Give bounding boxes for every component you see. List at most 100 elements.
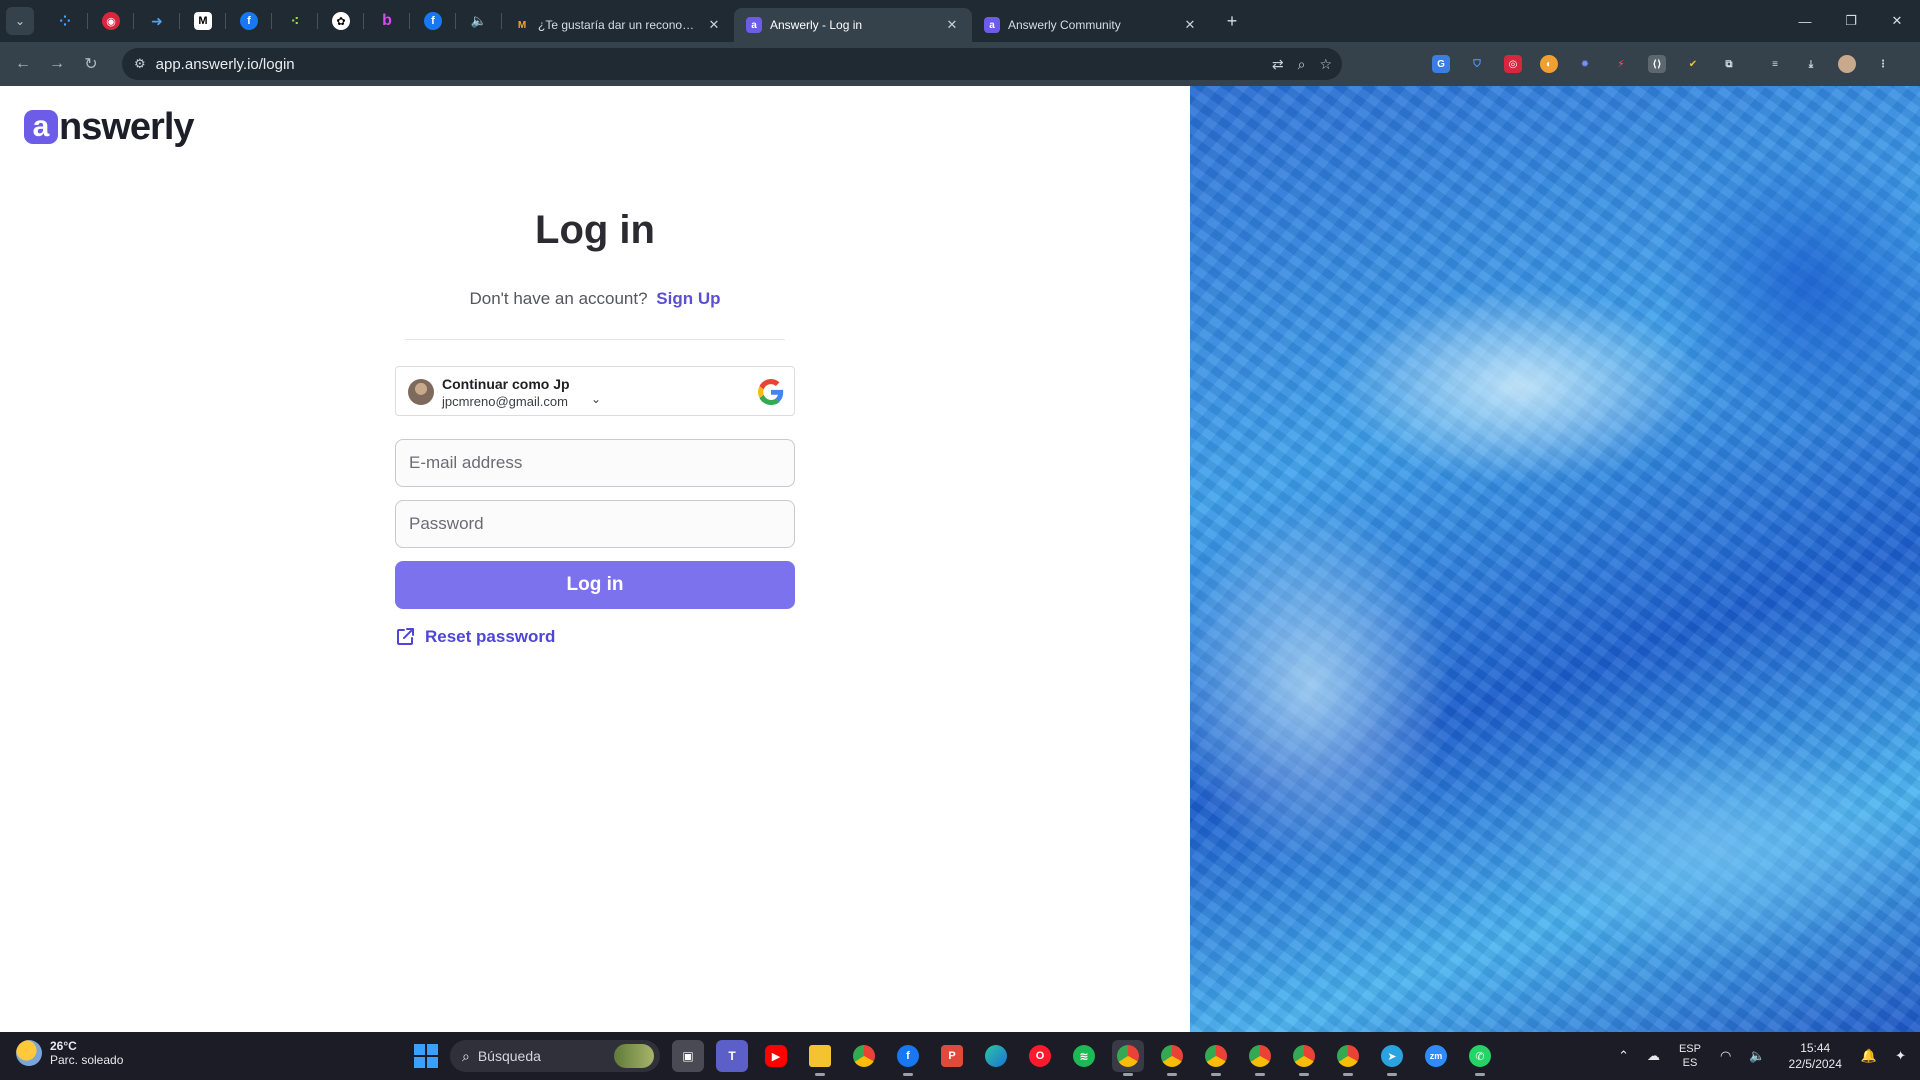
wifi-icon[interactable]: ◠ [1720, 1048, 1731, 1064]
chrome-profile-6-icon[interactable] [1332, 1040, 1364, 1076]
chrome-profile-2-icon[interactable] [1156, 1040, 1188, 1076]
bookmark-star-icon[interactable]: ☆ [1319, 56, 1332, 73]
check-extension-icon[interactable]: ✔ [1684, 55, 1702, 73]
email-field[interactable] [395, 439, 795, 487]
password-field[interactable] [395, 500, 795, 548]
clock[interactable]: 15:44 22/5/2024 [1789, 1040, 1842, 1072]
login-page: a nswerly Log in Don't have an account? … [0, 86, 1190, 1032]
address-bar[interactable]: ⚙ app.answerly.io/login ⇄ ⌕ ☆ [122, 48, 1342, 80]
facebook-app-icon[interactable]: f [892, 1040, 924, 1076]
weather-widget[interactable]: 26°C Parc. soleado [16, 1039, 123, 1067]
close-icon[interactable]: ✕ [706, 17, 722, 33]
forward-arrow-icon[interactable]: → [40, 47, 74, 81]
chrome-profile-1-icon[interactable] [1112, 1040, 1144, 1076]
reload-icon[interactable]: ↻ [74, 47, 108, 81]
minimize-icon[interactable]: — [1782, 0, 1828, 42]
code-extension-icon[interactable]: ⟨⟩ [1648, 55, 1666, 73]
speaker-icon: 🔈 [470, 13, 488, 28]
show-hidden-icons-chevron-icon[interactable]: ⌃ [1618, 1048, 1629, 1064]
windows-start-icon[interactable] [414, 1044, 438, 1068]
pdf-app-icon[interactable]: P [936, 1040, 968, 1072]
google-one-tap-button[interactable]: Continuar como Jp jpcmreno@gmail.com ⌄ [395, 366, 795, 416]
logo-mark: a [24, 110, 58, 144]
translate-extension-icon[interactable]: G [1432, 55, 1450, 73]
orange-m-favicon-icon: M [517, 19, 527, 31]
page-title: Log in [535, 208, 655, 252]
login-button[interactable]: Log in [395, 561, 795, 609]
download-icon[interactable]: ⤓ [1802, 55, 1820, 73]
logo-text: nswerly [59, 106, 195, 148]
pinned-tab-red[interactable]: ◉ [88, 0, 134, 42]
new-tab-plus-icon[interactable]: + [1218, 7, 1246, 35]
tab-reconocimiento[interactable]: M ¿Te gustaría dar un reconocimie ✕ [502, 8, 734, 42]
edge-icon[interactable] [980, 1040, 1012, 1072]
weather-text: 26°C Parc. soleado [50, 1039, 123, 1067]
answerly-favicon-icon: a [984, 17, 1000, 33]
task-view-icon[interactable]: ▣ [672, 1040, 704, 1072]
medium-icon: M [194, 12, 212, 30]
reset-password-link[interactable]: Reset password [395, 627, 555, 647]
notification-bell-icon[interactable]: 🔔 [1861, 1048, 1877, 1064]
openai-icon: ✿ [332, 12, 350, 30]
chevron-down-icon[interactable]: ⌄ [591, 392, 601, 406]
volume-icon[interactable]: 🔈 [1749, 1048, 1765, 1064]
tab-search-chevron-icon[interactable]: ⌄ [6, 7, 34, 35]
url-text[interactable]: app.answerly.io/login [156, 56, 295, 73]
extensions-area: G ⛉ ◎ ◐ ✹ ⚡ ⟨⟩ ✔ ⧉ ≡ ⤓ ⋮ [1432, 42, 1892, 86]
answerly-logo[interactable]: a nswerly [24, 106, 195, 148]
pinned-tab-apps[interactable]: ⁘ [42, 0, 88, 42]
pinned-tab-facebook-2[interactable]: f [410, 0, 456, 42]
whatsapp-icon[interactable]: ✆ [1464, 1040, 1496, 1076]
red-circle-icon: ◉ [102, 12, 120, 30]
taskbar-search[interactable]: ⌕ Búsqueda [450, 1040, 660, 1072]
pinned-tab-audio[interactable]: 🔈 [456, 0, 502, 42]
reading-list-icon[interactable]: ≡ [1766, 55, 1784, 73]
copilot-icon[interactable]: ✦ [1895, 1048, 1906, 1064]
tab-answerly-community[interactable]: a Answerly Community ✕ [972, 8, 1210, 42]
telegram-icon[interactable]: ➤ [1376, 1040, 1408, 1076]
red-extension-icon[interactable]: ◎ [1504, 55, 1522, 73]
pinned-tab-openai[interactable]: ✿ [318, 0, 364, 42]
pinned-tab-blue-arrow[interactable]: ➜ [134, 0, 180, 42]
tab-answerly-login[interactable]: a Answerly - Log in ✕ [734, 8, 972, 42]
facebook-icon: f [424, 12, 442, 30]
translate-icon[interactable]: ⇄ [1272, 56, 1284, 73]
zoom-icon[interactable]: ⌕ [1298, 56, 1306, 73]
site-settings-icon[interactable]: ⚙ [134, 56, 146, 72]
taskbar-apps: ⌕ Búsqueda ▣ T ▶ f P O ≋ ➤ zm ✆ [414, 1038, 1496, 1076]
zoom-app-icon[interactable]: zm [1420, 1040, 1452, 1072]
signup-link[interactable]: Sign Up [656, 289, 720, 308]
opera-icon[interactable]: O [1024, 1040, 1056, 1072]
close-icon[interactable]: ✕ [1182, 17, 1198, 33]
chrome-icon[interactable] [848, 1040, 880, 1072]
teams-icon[interactable]: T [716, 1040, 748, 1072]
close-icon[interactable]: ✕ [944, 17, 960, 33]
pinned-tab-green[interactable]: ⁖ [272, 0, 318, 42]
desktop-wallpaper [1190, 86, 1920, 1032]
puzzle-extensions-icon[interactable]: ⧉ [1720, 55, 1738, 73]
language-indicator[interactable]: ESP ES [1679, 1042, 1701, 1070]
pinned-tab-b[interactable]: b [364, 0, 410, 42]
external-link-icon [397, 628, 414, 645]
bolt-extension-icon[interactable]: ⚡ [1612, 55, 1630, 73]
pinned-tab-medium[interactable]: M [180, 0, 226, 42]
gear-extension-icon[interactable]: ✹ [1576, 55, 1594, 73]
restore-icon[interactable]: ❐ [1828, 0, 1874, 42]
shield-extension-icon[interactable]: ⛉ [1468, 55, 1486, 73]
youtube-icon[interactable]: ▶ [760, 1040, 792, 1072]
globe-extension-icon[interactable]: ◐ [1540, 55, 1558, 73]
profile-avatar-icon[interactable] [1838, 55, 1856, 73]
chrome-profile-5-icon[interactable] [1288, 1040, 1320, 1076]
spotify-icon[interactable]: ≋ [1068, 1040, 1100, 1072]
window-close-icon[interactable]: ✕ [1874, 0, 1920, 42]
back-arrow-icon[interactable]: ← [6, 47, 40, 81]
google-logo-icon [758, 379, 784, 405]
kebab-menu-icon[interactable]: ⋮ [1874, 55, 1892, 73]
pinned-tab-facebook-1[interactable]: f [226, 0, 272, 42]
chrome-profile-3-icon[interactable] [1200, 1040, 1232, 1076]
clock-date: 22/5/2024 [1788, 1057, 1842, 1071]
file-explorer-icon[interactable] [804, 1040, 836, 1076]
signup-prompt-row: Don't have an account? Sign Up [395, 289, 795, 309]
onedrive-cloud-icon[interactable]: ☁ [1647, 1048, 1660, 1064]
chrome-profile-4-icon[interactable] [1244, 1040, 1276, 1076]
